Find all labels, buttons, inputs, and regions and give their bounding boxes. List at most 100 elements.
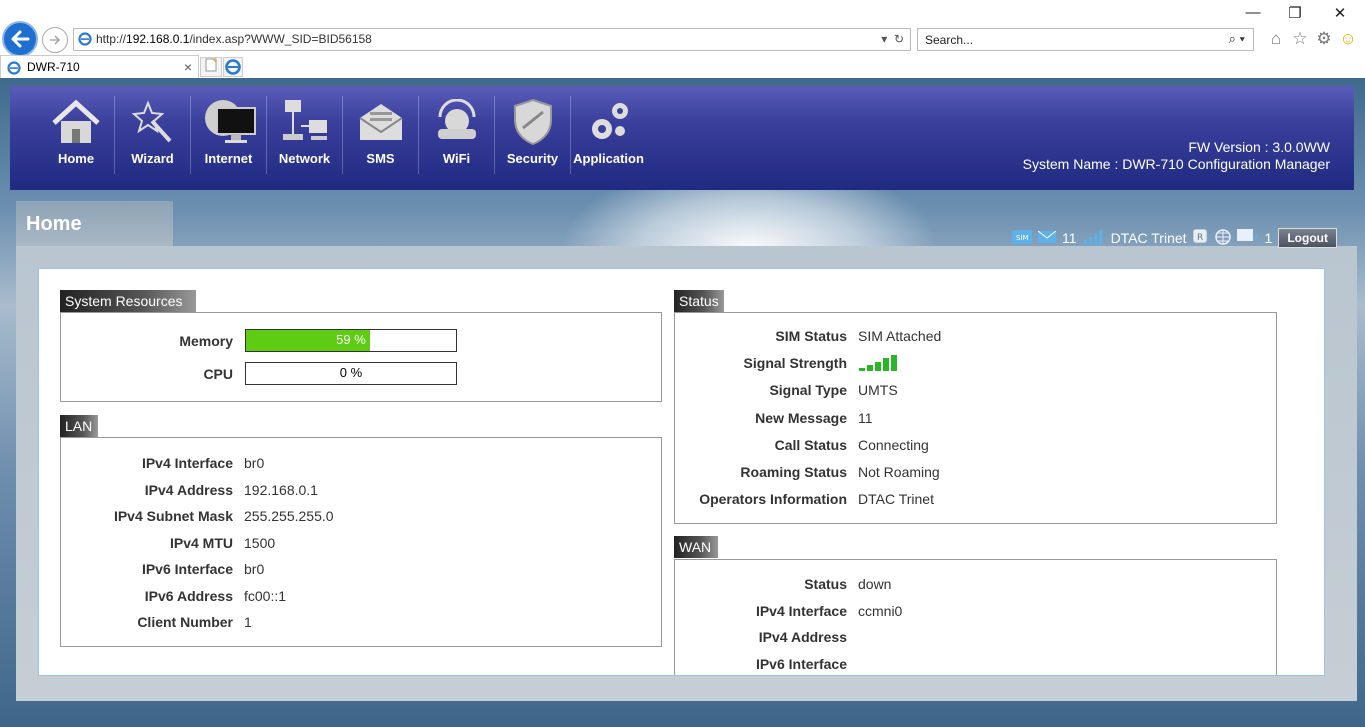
top-navigation-bar: Home Wizard Internet Network SMS WiFi Se…	[10, 86, 1354, 190]
envelope-icon	[352, 96, 410, 148]
address-controls: ▾ ↻	[881, 29, 904, 50]
status-row-value: UMTS	[858, 382, 898, 399]
nav-application-label: Application	[573, 151, 644, 166]
status-row: Call Status Connecting	[675, 436, 1276, 454]
status-row-label: Signal Strength	[743, 355, 847, 372]
signal-icon	[1083, 229, 1105, 248]
lan-row: Client Number 1	[61, 613, 661, 631]
dropdown-icon[interactable]: ▾	[881, 32, 887, 46]
lan-row-value: br0	[244, 561, 265, 577]
wan-row-label: IPv4 Address	[758, 629, 847, 645]
nav-wifi-label: WiFi	[442, 151, 471, 166]
nav-home[interactable]: Home	[38, 96, 114, 174]
status-row-label: Call Status	[774, 436, 847, 453]
new-tab-icon	[205, 58, 217, 72]
shield-icon	[504, 96, 562, 148]
status-row: Roaming Status Not Roaming	[675, 463, 1276, 481]
envelope-status-icon[interactable]	[1037, 230, 1057, 246]
arrow-left-icon	[11, 30, 30, 48]
nav-sms[interactable]: SMS	[342, 96, 418, 174]
browser-tab[interactable]: DWR-710 ×	[0, 55, 199, 78]
ie-quick-tab-button[interactable]	[223, 57, 243, 77]
forward-button[interactable]	[42, 27, 68, 53]
close-window-icon[interactable]: ✕	[1330, 4, 1350, 22]
browser-chrome: http://192.168.0.1/index.asp?WWW_SID=BID…	[0, 0, 1365, 78]
lan-row: IPv4 Subnet Mask 255.255.255.0	[61, 507, 661, 525]
lan-row: IPv4 MTU 1500	[61, 534, 661, 552]
status-row: New Message 11	[675, 409, 1276, 427]
wan-row: IPv4 Address	[675, 628, 1276, 646]
lan-row-value: fc00::1	[244, 587, 287, 604]
nav-internet[interactable]: Internet	[190, 96, 266, 174]
wan-title: WAN	[674, 536, 718, 558]
favorites-star-icon[interactable]: ☆	[1290, 29, 1310, 49]
arrow-right-icon	[50, 35, 61, 45]
system-resources-title: System Resources	[60, 290, 196, 312]
address-bar[interactable]: http://192.168.0.1/index.asp?WWW_SID=BID…	[73, 28, 911, 51]
cpu-bar: 0 %	[245, 362, 457, 385]
lan-row-label: Client Number	[137, 614, 233, 630]
status-row-label: New Message	[755, 409, 847, 426]
lan-row: IPv6 Interface br0	[61, 560, 661, 578]
lan-row-value: 1500	[244, 534, 276, 551]
cpu-value: 0 %	[339, 365, 363, 380]
back-button[interactable]	[2, 21, 38, 57]
settings-gear-icon[interactable]: ⚙	[1314, 29, 1334, 49]
refresh-icon[interactable]: ↻	[894, 32, 904, 46]
minimize-icon[interactable]: —	[1243, 4, 1263, 21]
wan-row: IPv6 Interface	[675, 655, 1276, 673]
nav-network-label: Network	[278, 151, 331, 166]
new-tab-button[interactable]	[200, 57, 222, 77]
ie-logo-icon	[225, 59, 241, 75]
logout-button[interactable]: Logout	[1278, 228, 1337, 248]
status-row-value: DTAC Trinet	[858, 491, 934, 508]
url-host: 192.168.0.1	[126, 32, 190, 46]
status-row-label: Operators Information	[699, 491, 847, 508]
status-row-label: Roaming Status	[740, 464, 847, 480]
system-resources-box: Memory 59 % CPU 0 %	[60, 312, 662, 402]
lan-row-label: IPv4 Subnet Mask	[113, 508, 233, 524]
gears-icon	[580, 96, 638, 148]
status-row-value: 11	[858, 409, 873, 426]
nav-security[interactable]: Security	[494, 96, 570, 174]
lan-row-value: 192.168.0.1	[244, 481, 318, 498]
nav-application[interactable]: Application	[570, 96, 646, 174]
wan-row-value: ccmni0	[858, 602, 903, 619]
restore-icon[interactable]: ❐	[1285, 4, 1305, 22]
cpu-label: CPU	[203, 366, 233, 382]
nav-home-label: Home	[57, 151, 95, 166]
lan-row-label: IPv6 Address	[144, 587, 233, 604]
svg-text:R: R	[1197, 233, 1203, 243]
nav-wizard[interactable]: Wizard	[114, 96, 190, 174]
search-input[interactable]	[918, 29, 1208, 50]
lan-row-label: IPv4 Address	[144, 481, 233, 498]
system-name: System Name : DWR-710 Configuration Mana…	[1022, 156, 1330, 172]
wan-row-value: down	[858, 576, 892, 592]
nav-wizard-label: Wizard	[131, 151, 174, 166]
sim-icon: SIM	[1012, 229, 1033, 247]
tab-close-icon[interactable]: ×	[184, 56, 192, 78]
search-icon[interactable]: ⌕ ▾	[1229, 31, 1245, 47]
wan-row: IPv4 Interface ccmni0	[675, 602, 1276, 620]
wan-row: Status down	[675, 575, 1276, 593]
nav-wifi[interactable]: WiFi	[418, 96, 494, 174]
nav-network[interactable]: Network	[266, 96, 342, 174]
firmware-info: FW Version : 3.0.0WW System Name : DWR-7…	[1023, 139, 1330, 173]
status-row: SIM Status SIM Attached	[675, 327, 1276, 345]
search-box[interactable]: ⌕ ▾	[917, 28, 1254, 51]
smiley-feedback-icon[interactable]: ☺	[1338, 29, 1358, 49]
status-row-label: SIM Status	[775, 328, 847, 344]
lan-row-value: 1	[244, 614, 252, 630]
wan-row-label: IPv4 Interface	[755, 602, 847, 619]
status-row: Operators Information DTAC Trinet	[675, 490, 1276, 508]
roaming-icon: R	[1192, 228, 1209, 248]
home-icon[interactable]: ⌂	[1266, 29, 1286, 49]
lan-row: IPv4 Interface br0	[61, 454, 661, 472]
lan-title: LAN	[60, 415, 98, 437]
dashboard-panel: System Resources Memory 59 % CPU 0 % LAN…	[38, 268, 1325, 676]
client-count: 1	[1264, 230, 1273, 246]
status-row-value: SIM Attached	[858, 328, 942, 344]
lan-row-label: IPv4 MTU	[169, 534, 233, 551]
router-page: Home Wizard Internet Network SMS WiFi Se…	[0, 78, 1365, 727]
lan-row: IPv6 Address fc00::1	[61, 587, 661, 605]
